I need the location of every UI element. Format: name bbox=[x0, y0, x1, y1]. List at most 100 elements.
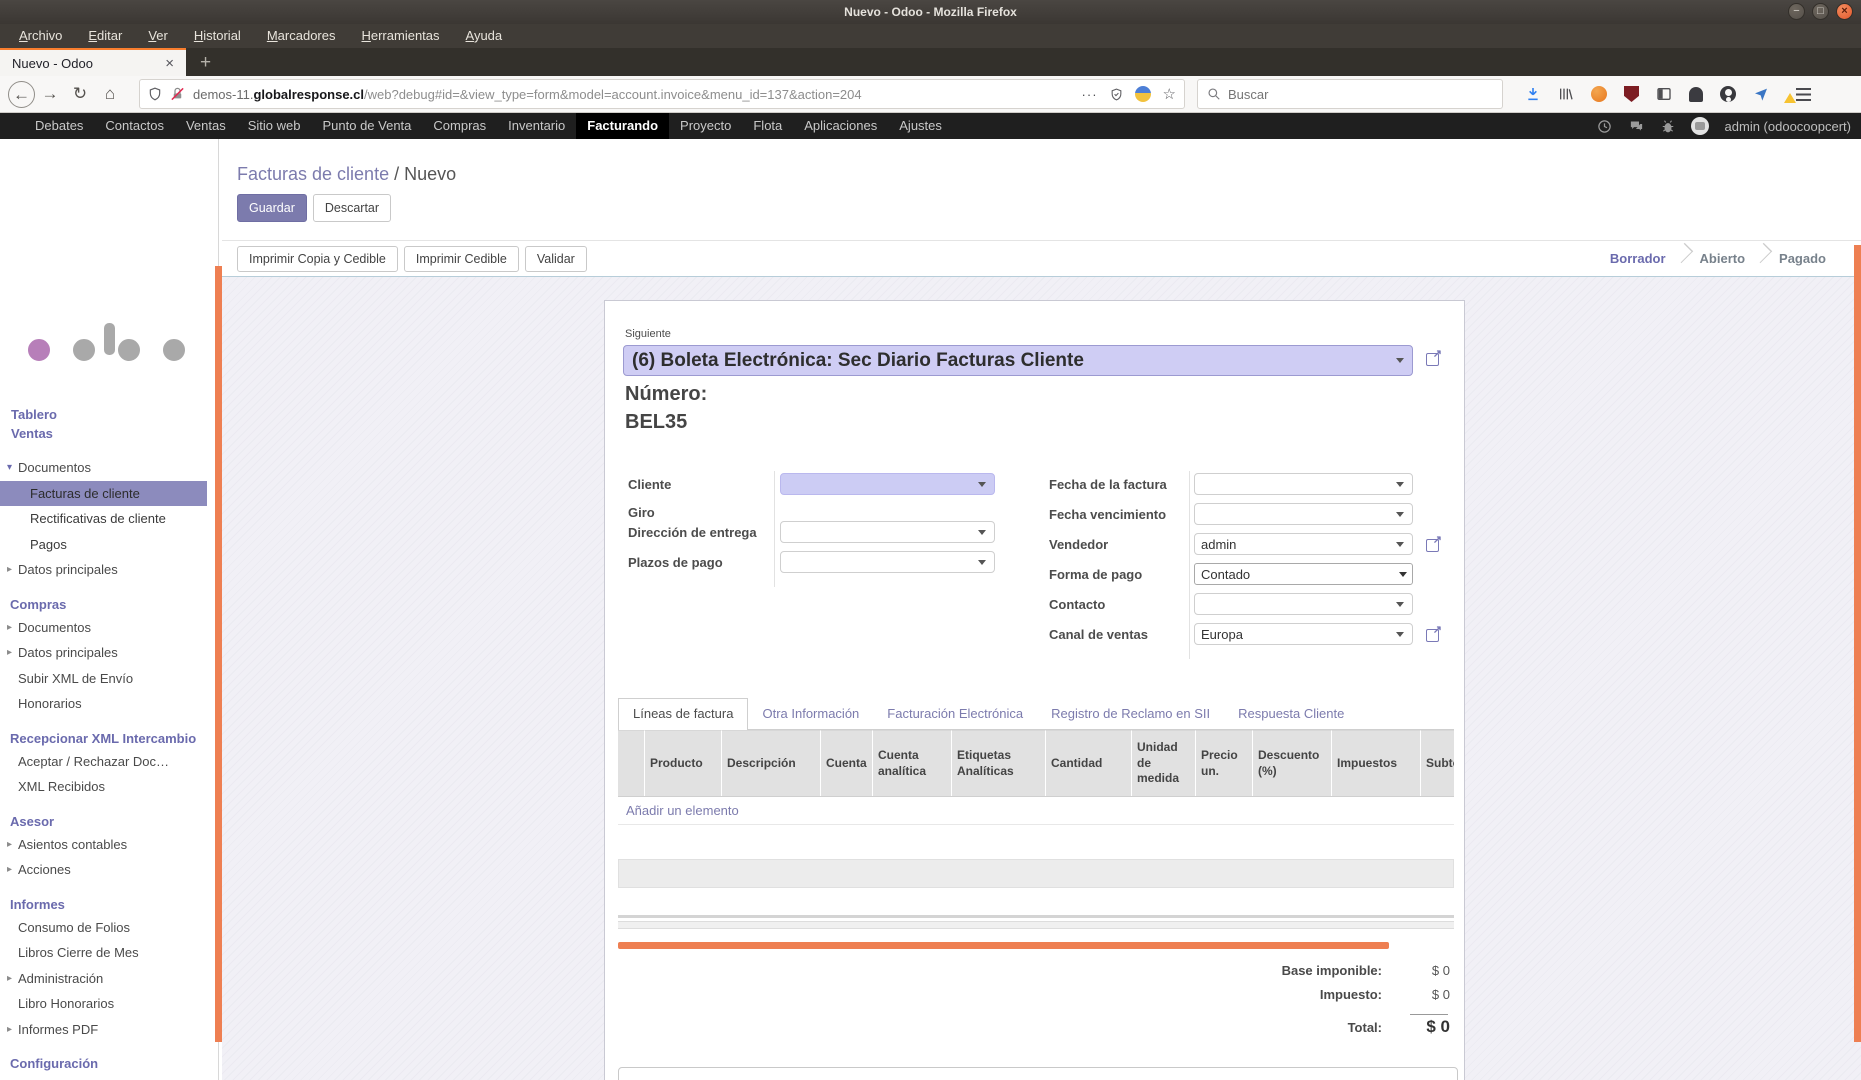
table-column-header[interactable]: Subtotal bbox=[1421, 730, 1454, 796]
odoo-nav-item[interactable]: Facturando bbox=[576, 113, 669, 139]
menubar-item[interactable]: Marcadores bbox=[254, 24, 349, 48]
search-input[interactable] bbox=[1228, 87, 1468, 102]
user-avatar[interactable] bbox=[1691, 117, 1709, 135]
sidebar-item[interactable]: Recepcionar XML Intercambio bbox=[0, 723, 215, 749]
sidebar-item[interactable]: Libros Cierre de Mes bbox=[0, 940, 215, 966]
url-bar[interactable]: demos-11.globalresponse.cl/web?debug#id=… bbox=[139, 79, 1185, 109]
sidebar-item[interactable]: Documentos bbox=[0, 615, 215, 641]
shield-icon[interactable] bbox=[148, 86, 162, 102]
sidebar-item[interactable]: Ventas bbox=[0, 424, 215, 443]
sidebar-item[interactable]: Ajustes bbox=[0, 1074, 215, 1080]
sidebar-item[interactable]: Asesor bbox=[0, 806, 215, 832]
back-button[interactable]: ← bbox=[8, 81, 35, 108]
table-column-header[interactable]: Unidad de medida bbox=[1132, 730, 1196, 796]
menu-hamburger-icon[interactable] bbox=[1796, 88, 1811, 101]
field-input[interactable] bbox=[1194, 593, 1413, 615]
table-column-header[interactable]: Descuento (%) bbox=[1253, 730, 1332, 796]
maximize-button[interactable]: □ bbox=[1812, 3, 1829, 20]
notebook-tab[interactable]: Respuesta Cliente bbox=[1224, 699, 1358, 729]
sidebar-item[interactable]: Consumo de Folios bbox=[0, 915, 215, 941]
external-link-icon[interactable] bbox=[1426, 627, 1441, 642]
table-column-header[interactable]: Etiquetas Analíticas bbox=[952, 730, 1046, 796]
search-bar[interactable] bbox=[1197, 79, 1503, 109]
menubar-item[interactable]: Ayuda bbox=[453, 24, 516, 48]
discard-button[interactable]: Descartar bbox=[313, 194, 391, 222]
add-line-link[interactable]: Añadir un elemento bbox=[618, 803, 739, 818]
odoo-nav-item[interactable]: Flota bbox=[742, 113, 793, 139]
send-tab-icon[interactable] bbox=[1753, 86, 1769, 102]
odoo-nav-item[interactable]: Sitio web bbox=[237, 113, 312, 139]
menubar-item[interactable]: Editar bbox=[75, 24, 135, 48]
sidebar-item[interactable]: Datos principales bbox=[0, 640, 215, 666]
sidebar-item[interactable]: Asientos contables bbox=[0, 832, 215, 858]
sidebar-item[interactable]: Subir XML de Envío bbox=[0, 666, 215, 692]
menubar-item[interactable]: Ver bbox=[135, 24, 181, 48]
sidebar-item[interactable]: Administración bbox=[0, 966, 215, 992]
browser-tab[interactable]: Nuevo - Odoo × bbox=[0, 48, 186, 76]
reload-button[interactable]: ↻ bbox=[65, 84, 95, 104]
activities-clock-icon[interactable] bbox=[1597, 119, 1612, 134]
table-column-header[interactable]: Cantidad bbox=[1046, 730, 1132, 796]
sidebar-item[interactable]: Tablero bbox=[0, 405, 215, 424]
field-input[interactable] bbox=[780, 473, 995, 495]
insecure-lock-icon[interactable] bbox=[170, 86, 185, 102]
table-column-header[interactable] bbox=[618, 730, 645, 796]
sidebar-item[interactable]: Informes PDF bbox=[0, 1017, 215, 1043]
odoo-nav-item[interactable]: Ventas bbox=[175, 113, 237, 139]
comment-field[interactable] bbox=[618, 1067, 1458, 1080]
table-column-header[interactable]: Cuenta analítica bbox=[873, 730, 952, 796]
sidebar-item[interactable]: Libro Honorarios bbox=[0, 991, 215, 1017]
field-input[interactable] bbox=[780, 521, 995, 543]
sidebar-item[interactable]: Honorarios bbox=[0, 691, 215, 717]
notebook-tab[interactable]: Facturación Electrónica bbox=[873, 699, 1037, 729]
save-to-pocket-icon[interactable] bbox=[1110, 87, 1123, 102]
field-input[interactable]: admin bbox=[1194, 533, 1413, 555]
close-button[interactable]: × bbox=[1836, 3, 1853, 20]
odoo-nav-item[interactable]: Aplicaciones bbox=[793, 113, 888, 139]
new-tab-button[interactable]: + bbox=[186, 50, 225, 76]
sidebar-item[interactable]: Rectificativas de cliente bbox=[0, 506, 215, 532]
odoo-nav-item[interactable]: Inventario bbox=[497, 113, 576, 139]
menubar-item[interactable]: Archivo bbox=[6, 24, 75, 48]
odoo-nav-item[interactable]: Debates bbox=[24, 113, 94, 139]
container-extension-icon[interactable] bbox=[1135, 86, 1151, 102]
menubar-item[interactable]: Herramientas bbox=[348, 24, 452, 48]
library-icon[interactable] bbox=[1558, 86, 1574, 102]
sequence-external-link-icon[interactable] bbox=[1426, 351, 1441, 366]
workflow-button[interactable]: Imprimir Cedible bbox=[404, 246, 519, 272]
save-button[interactable]: Guardar bbox=[237, 194, 307, 222]
odoo-nav-item[interactable]: Punto de Venta bbox=[311, 113, 422, 139]
sidebar-item[interactable]: Documentos bbox=[0, 455, 215, 481]
field-input[interactable]: Contado bbox=[1194, 563, 1413, 585]
workflow-button[interactable]: Imprimir Copia y Cedible bbox=[237, 246, 398, 272]
table-column-header[interactable]: Cuenta bbox=[821, 730, 873, 796]
external-link-icon[interactable] bbox=[1426, 537, 1441, 552]
field-input[interactable] bbox=[1194, 473, 1413, 495]
sidebar-item[interactable]: Informes bbox=[0, 889, 215, 915]
table-column-header[interactable]: Impuestos bbox=[1332, 730, 1421, 796]
debug-bug-icon[interactable] bbox=[1661, 119, 1675, 134]
user-menu[interactable]: admin (odoocoopcert) bbox=[1725, 119, 1851, 134]
forward-button[interactable]: → bbox=[35, 84, 65, 104]
notebook-tab[interactable]: Líneas de factura bbox=[618, 698, 748, 730]
tab-close-icon[interactable]: × bbox=[161, 55, 178, 72]
table-horizontal-scrollbar[interactable] bbox=[618, 859, 1454, 888]
odoo-nav-item[interactable]: Proyecto bbox=[669, 113, 742, 139]
downloads-icon[interactable] bbox=[1525, 86, 1541, 102]
workflow-button[interactable]: Validar bbox=[525, 246, 587, 272]
sidebar-item[interactable]: Facturas de cliente bbox=[0, 481, 207, 507]
sidebar-item[interactable]: Pagos bbox=[0, 532, 215, 558]
notebook-tab[interactable]: Registro de Reclamo en SII bbox=[1037, 699, 1224, 729]
sidebar-item[interactable]: Compras bbox=[0, 589, 215, 615]
field-input[interactable] bbox=[1194, 503, 1413, 525]
sidebar-item[interactable]: Configuración bbox=[0, 1048, 215, 1074]
odoo-nav-item[interactable]: Contactos bbox=[94, 113, 175, 139]
notebook-tab[interactable]: Otra Información bbox=[748, 699, 873, 729]
sidebar-item[interactable]: XML Recibidos bbox=[0, 774, 215, 800]
field-input[interactable]: Europa bbox=[1194, 623, 1413, 645]
status-state[interactable]: Borrador bbox=[1593, 251, 1683, 266]
table-column-header[interactable]: Descripción bbox=[722, 730, 821, 796]
adblocker-icon[interactable] bbox=[1624, 86, 1639, 102]
odoo-nav-item[interactable]: Compras bbox=[422, 113, 497, 139]
table-column-header[interactable]: Precio un. bbox=[1196, 730, 1253, 796]
